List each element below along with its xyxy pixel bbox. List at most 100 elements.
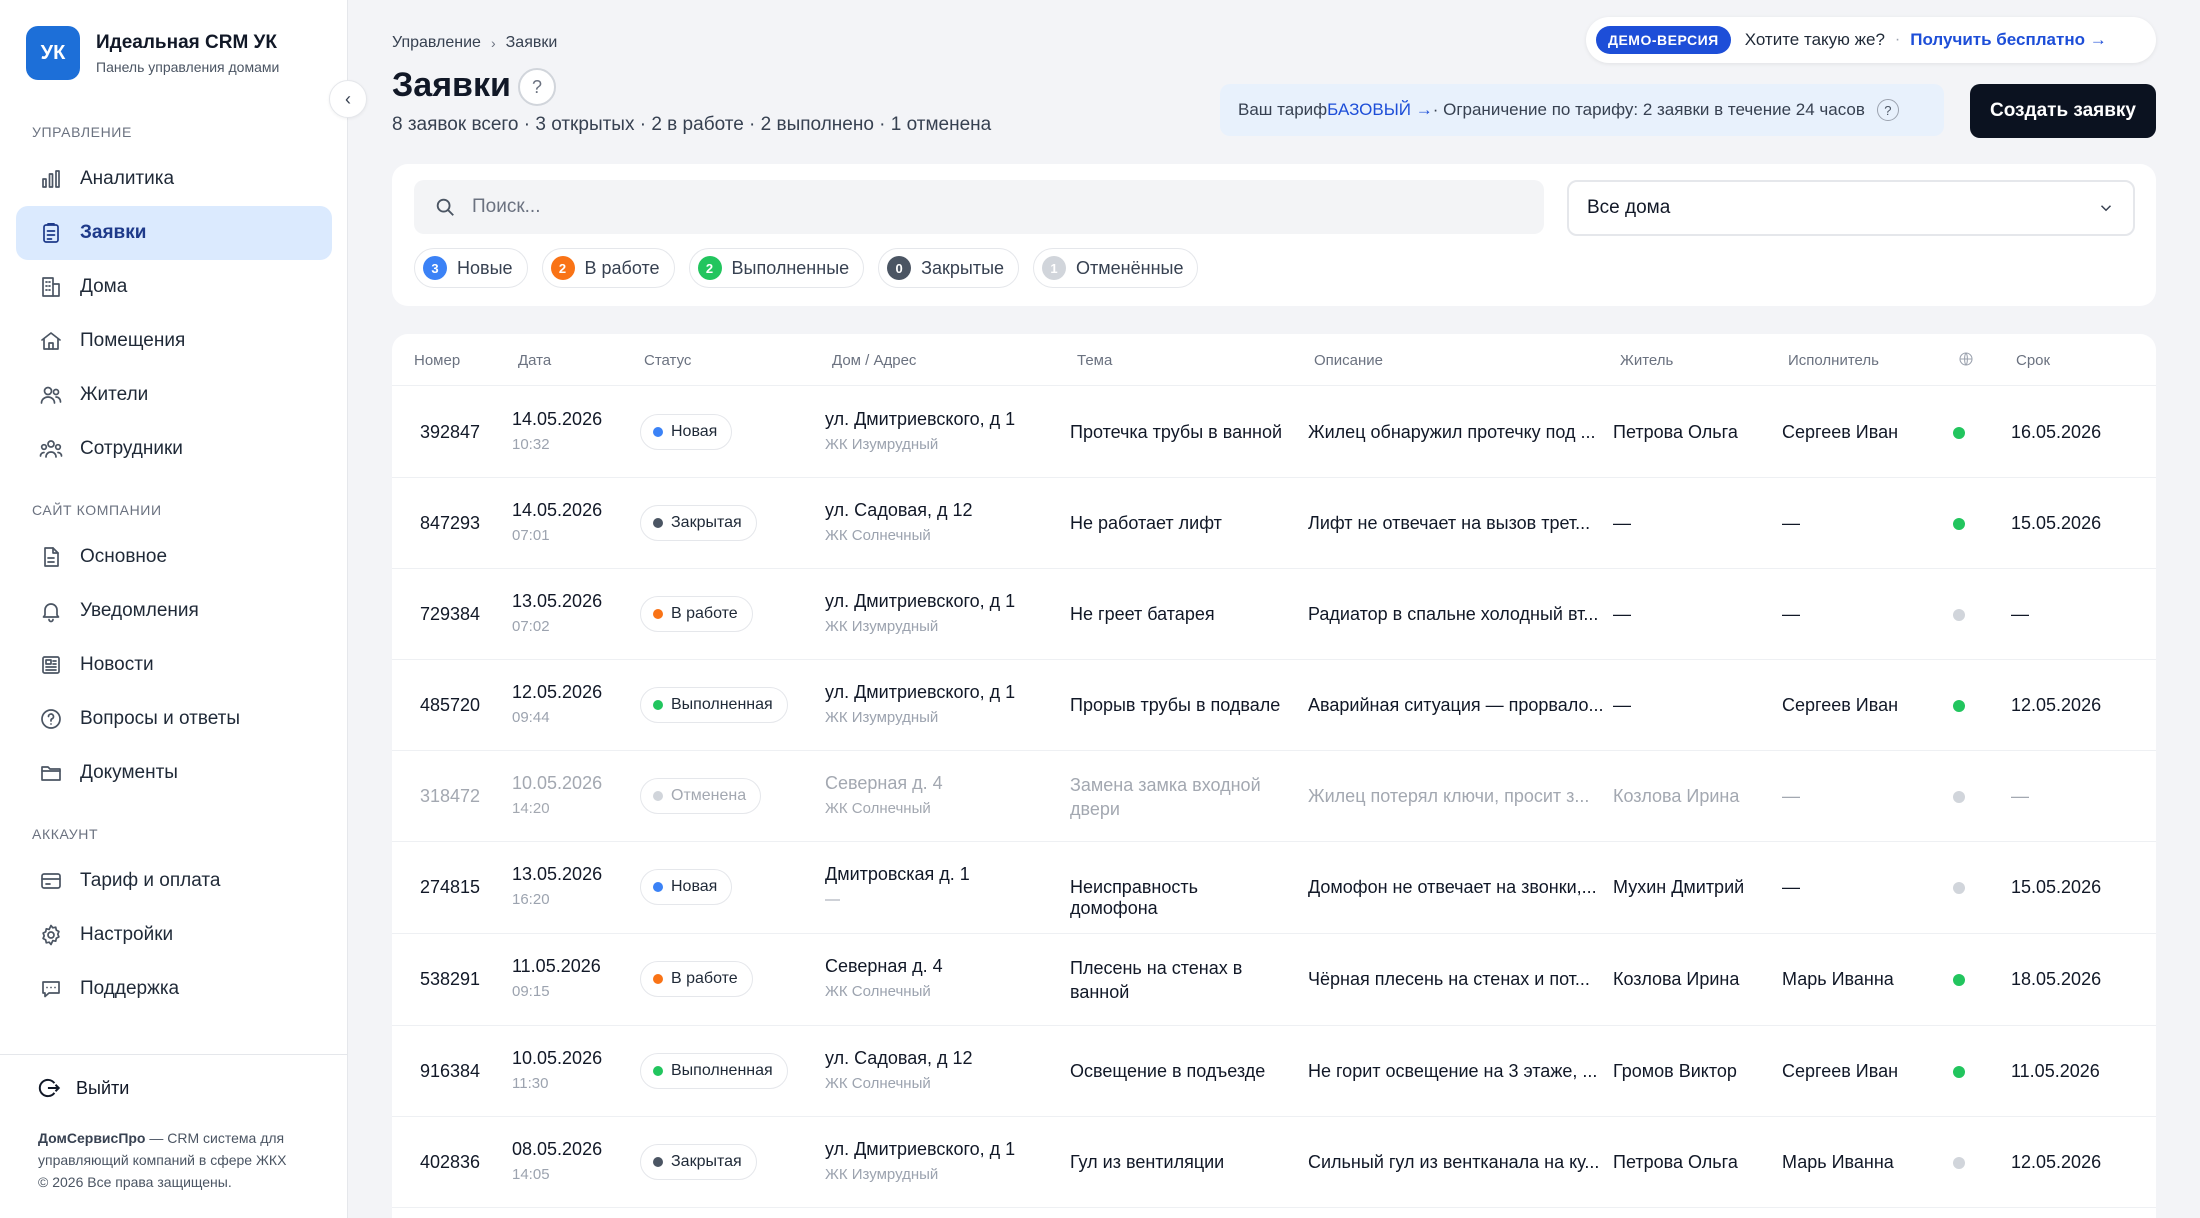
tariff-plan-link[interactable]: БАЗОВЫЙ → — [1327, 100, 1433, 120]
sidebar-item-label: Аналитика — [80, 168, 175, 189]
table-row[interactable]: 392847 14.05.2026 10:32 Новая ул. Дмитриевск… — [392, 387, 2156, 478]
chip-done[interactable]: 2 Выполненные — [688, 248, 865, 288]
cell-executor: — — [1782, 513, 1800, 533]
sidebar-collapse-button[interactable]: ‹ — [329, 80, 367, 118]
sidebar-item-main[interactable]: Основное — [16, 530, 332, 584]
chart-bar-icon — [38, 166, 64, 192]
chip-count: 0 — [887, 256, 912, 280]
address-value: Северная д. 4 — [825, 773, 943, 793]
chip-label: Закрытые — [921, 257, 1005, 278]
complex-value: ЖК Изумрудный — [825, 618, 939, 635]
cell-resident: Петрова Ольга — [1613, 422, 1738, 442]
chip-cancelled[interactable]: 1 Отменённые — [1033, 248, 1199, 288]
status-dot — [653, 609, 663, 619]
status-dot — [653, 882, 663, 892]
house-select[interactable]: Все дома — [1567, 180, 2135, 236]
column-header-address[interactable]: Дом / Адрес — [832, 352, 916, 369]
time-value: 14:20 — [512, 800, 550, 817]
sidebar-item-faq[interactable]: Вопросы и ответы — [16, 692, 332, 746]
sidebar-item-settings[interactable]: Настройки — [16, 908, 332, 962]
address-value: ул. Дмитриевского, д 1 — [825, 409, 1016, 429]
sidebar-item-label: Основное — [80, 546, 168, 567]
search-input[interactable] — [472, 196, 1472, 218]
chip-in-progress[interactable]: 2 В работе — [541, 248, 675, 288]
date-value: 13.05.2026 — [512, 864, 603, 884]
cell-date: 12.05.2026 09:44 — [512, 682, 602, 726]
column-header-description[interactable]: Описание — [1314, 352, 1383, 369]
table-row[interactable]: 916384 10.05.2026 11:30 Выполненная ул. Садо… — [392, 1026, 2156, 1117]
time-value: 11:30 — [512, 1075, 549, 1092]
table-row[interactable]: 847293 14.05.2026 07:01 Закрытая ул. Садовая… — [392, 478, 2156, 569]
cell-number: 729384 — [420, 604, 481, 624]
cell-date: 11.05.2026 09:15 — [512, 956, 601, 1000]
date-value: 14.05.2026 — [512, 409, 603, 429]
sidebar-item-label: Помещения — [80, 330, 186, 351]
help-button[interactable]: ? — [518, 68, 556, 106]
status-label: Новая — [671, 423, 718, 440]
sidebar-item-requests[interactable]: Заявки — [16, 206, 332, 260]
status-badge: В работе — [640, 961, 753, 997]
nav-section-management: УПРАВЛЕНИЕ — [32, 124, 132, 140]
column-header-status[interactable]: Статус — [644, 352, 691, 369]
table-row[interactable]: 402836 08.05.2026 14:05 Закрытая ул. Дмитрие… — [392, 1117, 2156, 1208]
create-request-button[interactable]: Создать заявку — [1970, 84, 2156, 138]
sidebar-item-analytics[interactable]: Аналитика — [16, 152, 332, 206]
chip-closed[interactable]: 0 Закрытые — [878, 248, 1020, 288]
nav-section-account: АККАУНТ — [32, 826, 99, 842]
sidebar-item-support[interactable]: Поддержка — [16, 962, 332, 1016]
column-header-number[interactable]: Номер — [414, 352, 460, 369]
get-free-link[interactable]: Получить бесплатно → — [1910, 30, 2106, 50]
address-value: ул. Дмитриевского, д 1 — [825, 591, 1016, 611]
column-header-topic[interactable]: Тема — [1077, 352, 1112, 369]
logout-icon — [38, 1078, 61, 1098]
sidebar-item-label: Жители — [80, 384, 149, 405]
column-header-executor[interactable]: Исполнитель — [1788, 352, 1879, 369]
cell-deadline: 16.05.2026 — [2011, 422, 2102, 442]
status-label: Новая — [671, 878, 718, 895]
status-dot — [653, 518, 663, 528]
time-value: 16:20 — [512, 891, 550, 908]
brand[interactable]: УК Идеальная CRM УК Панель управления до… — [26, 26, 279, 80]
tariff-limit: · Ограничение по тарифу: 2 заявки в тече… — [1432, 100, 1865, 119]
table-row[interactable]: 538291 11.05.2026 09:15 В работе Северная д.… — [392, 934, 2156, 1026]
column-header-date[interactable]: Дата — [518, 352, 551, 369]
sidebar-item-staff[interactable]: Сотрудники — [16, 422, 332, 476]
document-icon — [38, 544, 64, 570]
sidebar-item-premises[interactable]: Помещения — [16, 314, 332, 368]
breadcrumb-item-management[interactable]: Управление — [392, 34, 481, 52]
table-row[interactable]: 318472 10.05.2026 14:20 Отменена Северная д.… — [392, 751, 2156, 842]
table-header: Номер Дата Статус Дом / Адрес Тема Описа… — [392, 334, 2156, 386]
status-badge: Отменена — [640, 778, 762, 814]
cell-topic: Замена замка входной двери — [1070, 775, 1261, 819]
logout-button[interactable]: Выйти — [36, 1075, 129, 1101]
sidebar-item-documents[interactable]: Документы — [16, 746, 332, 800]
footer-copyright: © 2026 Все права защищены. — [38, 1174, 232, 1190]
breadcrumb: Управление › Заявки — [392, 34, 557, 52]
table-row[interactable]: 485720 12.05.2026 09:44 Выполненная ул. Дмит… — [392, 660, 2156, 751]
sidebar-item-houses[interactable]: Дома — [16, 260, 332, 314]
cell-executor: Сергеев Иван — [1782, 695, 1899, 715]
tariff-help-button[interactable]: ? — [1876, 99, 1899, 121]
column-header-deadline[interactable]: Срок — [2016, 352, 2050, 369]
cell-number: 538291 — [420, 969, 481, 989]
newspaper-icon — [38, 652, 64, 678]
demo-badge: ДЕМО-ВЕРСИЯ — [1596, 26, 1731, 54]
sidebar-item-notifications[interactable]: Уведомления — [16, 584, 332, 638]
table-row[interactable]: 274815 13.05.2026 16:20 Новая Дмитровская д.… — [392, 842, 2156, 934]
cell-date: 13.05.2026 07:02 — [512, 591, 602, 635]
sidebar-item-news[interactable]: Новости — [16, 638, 332, 692]
online-indicator — [1953, 882, 1965, 894]
complex-value: ЖК Солнечный — [825, 527, 931, 544]
sidebar-item-residents[interactable]: Жители — [16, 368, 332, 422]
search-icon — [436, 198, 454, 216]
sidebar-item-label: Поддержка — [80, 978, 180, 999]
column-header-resident[interactable]: Житель — [1620, 352, 1673, 369]
sidebar-item-billing[interactable]: Тариф и оплата — [16, 854, 332, 908]
table-row[interactable]: 729384 13.05.2026 07:02 В работе ул. Дмитрие… — [392, 569, 2156, 660]
tariff-prefix: Ваш тариф — [1238, 100, 1328, 119]
cell-deadline: 15.05.2026 — [2011, 513, 2102, 533]
logout-label: Выйти — [76, 1077, 130, 1098]
tariff-info: Ваш тариф БАЗОВЫЙ → · Ограничение по тар… — [1220, 84, 1944, 136]
chip-new[interactable]: 3 Новые — [414, 248, 528, 288]
search-box[interactable] — [414, 180, 1544, 234]
